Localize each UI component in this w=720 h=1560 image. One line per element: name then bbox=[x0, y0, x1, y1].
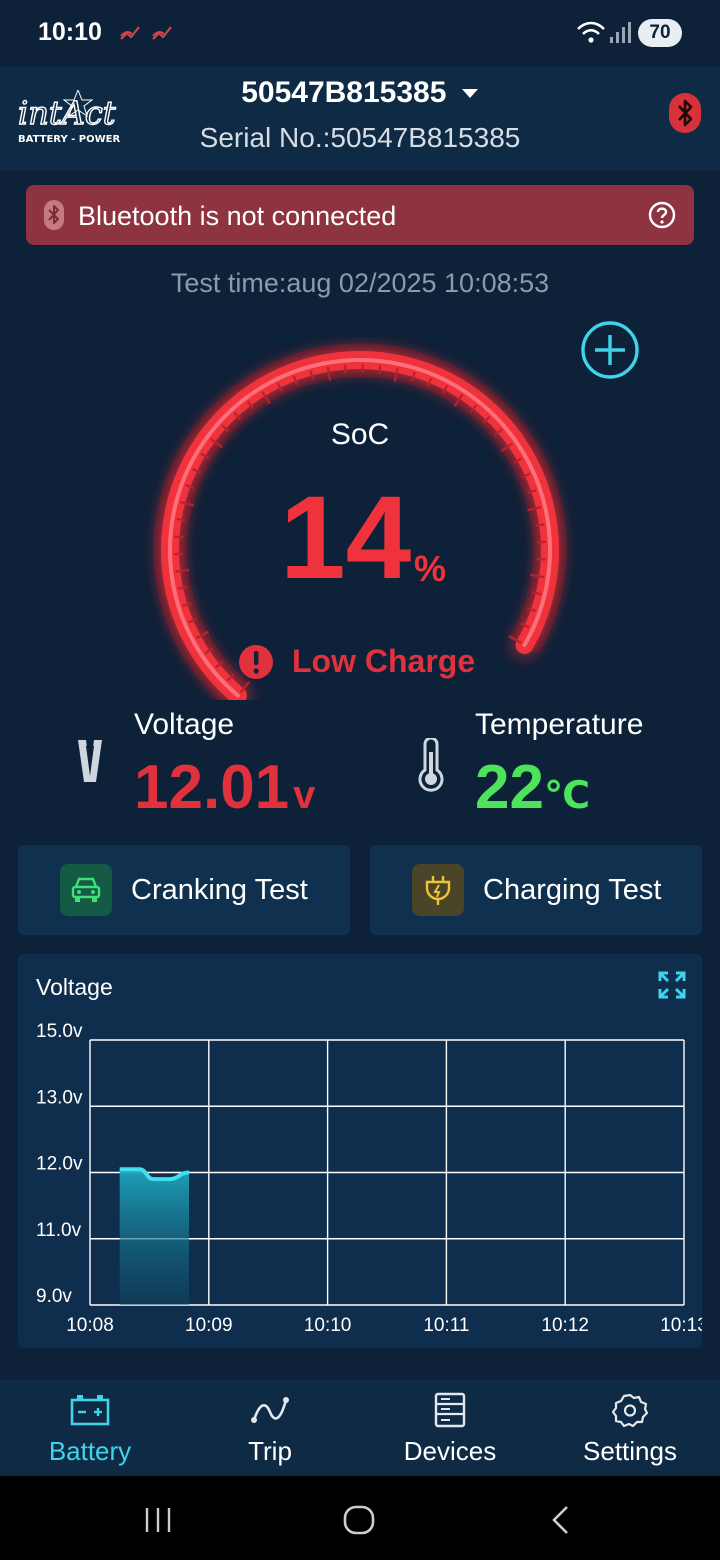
y-tick-label: 12.0v bbox=[36, 1154, 83, 1175]
nav-settings[interactable]: Settings bbox=[540, 1380, 720, 1476]
voltage-unit: v bbox=[293, 773, 316, 817]
missed-call-icon bbox=[120, 26, 140, 40]
device-selector[interactable]: 50547B815385 bbox=[0, 76, 720, 110]
wifi-icon bbox=[577, 21, 605, 43]
recent-apps-icon[interactable] bbox=[142, 1506, 174, 1534]
y-tick-label: 11.0v bbox=[36, 1220, 82, 1241]
gauge-tick bbox=[174, 535, 184, 539]
car-icon-box bbox=[60, 864, 112, 916]
devices-icon bbox=[434, 1392, 466, 1428]
help-icon[interactable] bbox=[648, 201, 676, 229]
x-tick-label: 10:11 bbox=[423, 1315, 469, 1336]
status-time: 10:10 bbox=[38, 18, 102, 46]
gauge-tick bbox=[535, 523, 545, 527]
bottom-nav: Battery Trip Devices Settings bbox=[0, 1380, 720, 1476]
charge-status: Low Charge bbox=[292, 643, 476, 679]
serial-number: Serial No.:50547B815385 bbox=[199, 122, 521, 153]
gauge-tick bbox=[378, 364, 382, 375]
charging-test-label: Charging Test bbox=[483, 874, 662, 906]
header: intAct BATTERY - POWER 50547B815385 Seri… bbox=[0, 66, 720, 170]
thermometer-icon bbox=[418, 738, 444, 792]
nav-settings-label: Settings bbox=[583, 1436, 677, 1466]
system-nav-bar bbox=[0, 1476, 720, 1560]
y-tick-label: 13.0v bbox=[36, 1087, 83, 1108]
nav-battery-label: Battery bbox=[48, 1436, 132, 1466]
signal-icon bbox=[610, 22, 631, 43]
temperature-value: 22 bbox=[475, 753, 544, 822]
y-tick-label: 15.0v bbox=[36, 1021, 83, 1042]
temperature-label: Temperature bbox=[475, 708, 644, 741]
status-bar: 10:10 70 bbox=[0, 0, 720, 66]
nav-devices-label: Devices bbox=[403, 1436, 497, 1466]
temperature-reading: 22℃ bbox=[475, 756, 590, 820]
x-tick-label: 10:08 bbox=[66, 1315, 114, 1336]
soc-value: 14 bbox=[280, 472, 412, 604]
nav-devices[interactable]: Devices bbox=[360, 1380, 540, 1476]
soc-label: SoC bbox=[330, 418, 390, 451]
chevron-down-icon bbox=[461, 89, 478, 99]
x-tick-label: 10:13 bbox=[660, 1315, 702, 1336]
bluetooth-icon bbox=[44, 200, 64, 230]
trip-icon bbox=[251, 1397, 289, 1423]
x-tick-label: 10:12 bbox=[541, 1315, 589, 1336]
car-icon bbox=[71, 877, 101, 902]
test-time: Test time:aug 02/2025 10:08:53 bbox=[170, 268, 550, 298]
gauge-tick bbox=[344, 364, 347, 374]
device-name: 50547B815385 bbox=[241, 76, 447, 109]
voltage-area bbox=[119, 1169, 189, 1305]
gear-icon bbox=[611, 1393, 649, 1428]
back-icon[interactable] bbox=[548, 1504, 572, 1536]
nav-trip[interactable]: Trip bbox=[180, 1380, 360, 1476]
voltage-reading: 12.01 v bbox=[134, 756, 315, 820]
charging-test-button[interactable]: Charging Test bbox=[370, 845, 702, 935]
plug-icon-box bbox=[412, 864, 464, 916]
plug-icon bbox=[425, 876, 451, 905]
temperature-unit: ℃ bbox=[543, 775, 590, 817]
missed-call-icon bbox=[152, 26, 172, 40]
nav-trip-label: Trip bbox=[248, 1436, 292, 1466]
warning-icon bbox=[239, 645, 273, 679]
battery-icon bbox=[70, 1395, 110, 1426]
home-icon[interactable] bbox=[342, 1504, 376, 1536]
voltage-value: 12.01 bbox=[134, 753, 290, 822]
bluetooth-icon[interactable] bbox=[668, 92, 702, 134]
nav-battery[interactable]: Battery bbox=[0, 1380, 180, 1476]
cranking-test-label: Cranking Test bbox=[131, 874, 308, 906]
battery-level: 70 bbox=[638, 19, 682, 47]
x-tick-label: 10:09 bbox=[185, 1315, 233, 1336]
alert-message: Bluetooth is not connected bbox=[78, 201, 397, 231]
voltage-label: Voltage bbox=[134, 708, 235, 741]
voltage-chart: 10:08 10:09 10:10 10:11 10:12 10:13 15.0v 13.0v… bbox=[36, 1021, 702, 1336]
x-tick-label: 10:10 bbox=[304, 1315, 352, 1336]
gauge-tick bbox=[176, 517, 186, 522]
y-tick-label: 9.0v bbox=[36, 1286, 72, 1307]
voltage-icon bbox=[78, 740, 102, 782]
soc-unit: % bbox=[414, 548, 447, 589]
voltage-chart-card: Voltage 10:0810:0910:1010:1110:1210:1315… bbox=[18, 954, 702, 1348]
bluetooth-alert[interactable]: Bluetooth is not connected bbox=[26, 185, 694, 245]
cranking-test-button[interactable]: Cranking Test bbox=[18, 845, 350, 935]
